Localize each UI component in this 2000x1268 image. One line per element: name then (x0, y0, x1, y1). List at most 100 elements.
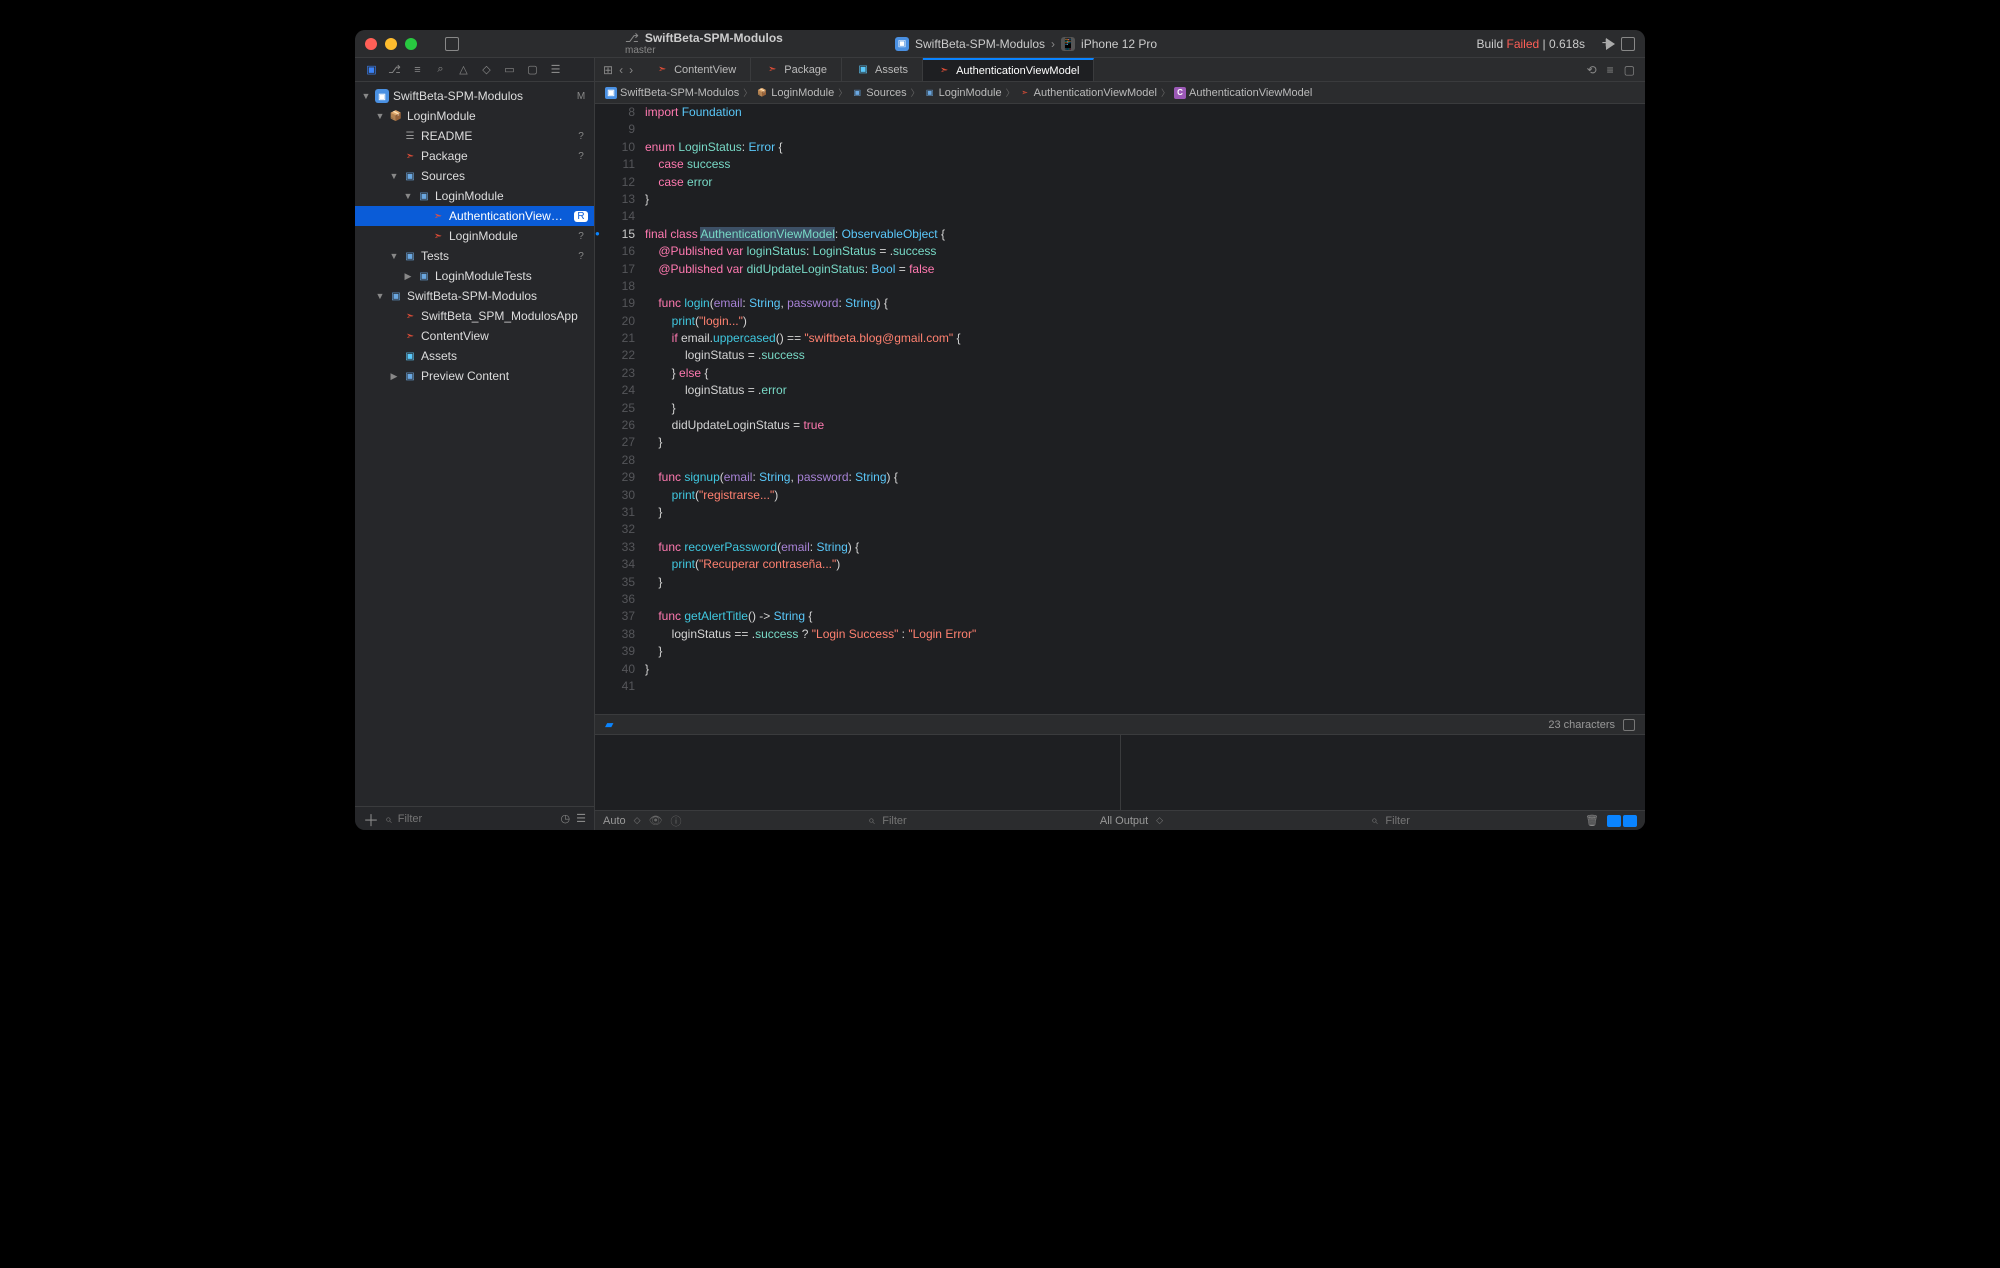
code-content[interactable]: enum LoginStatus: Error { (645, 139, 782, 156)
jumpbar-item[interactable]: ▣SwiftBeta-SPM-Modulos (605, 87, 739, 99)
code-line[interactable]: 41 (595, 678, 1645, 695)
code-line[interactable]: 23 } else { (595, 365, 1645, 382)
minimap-toggle-icon[interactable] (1623, 719, 1635, 731)
code-content[interactable]: loginStatus = .error (645, 382, 787, 399)
disclosure-triangle[interactable] (403, 271, 413, 282)
code-content[interactable]: } else { (645, 365, 708, 382)
code-line[interactable]: 39 } (595, 643, 1645, 660)
editor-options-icon[interactable]: ≡ (1607, 63, 1614, 77)
debug-pane-toggle[interactable] (1607, 815, 1637, 827)
code-line[interactable]: 32 (595, 521, 1645, 538)
code-line[interactable]: 24 loginStatus = .error (595, 382, 1645, 399)
navigator-filter-input[interactable] (398, 813, 555, 825)
code-line[interactable]: 28 (595, 452, 1645, 469)
disclosure-triangle[interactable] (403, 191, 413, 201)
code-line[interactable]: 21 if email.uppercased() == "swiftbeta.b… (595, 330, 1645, 347)
tree-row[interactable]: ▣SwiftBeta-SPM-Modulos (355, 286, 594, 306)
code-content[interactable]: final class AuthenticationViewModel: Obs… (645, 226, 945, 243)
code-content[interactable] (645, 521, 658, 538)
code-content[interactable]: case success (645, 156, 730, 173)
code-content[interactable]: } (645, 661, 649, 678)
project-tree[interactable]: ▣SwiftBeta-SPM-ModulosM📦LoginModule☰READ… (355, 82, 594, 806)
disclosure-triangle[interactable] (375, 291, 385, 301)
jumpbar-item[interactable]: CAuthenticationViewModel (1174, 87, 1312, 99)
code-line[interactable]: 18 (595, 278, 1645, 295)
code-content[interactable]: } (645, 434, 662, 451)
tree-row[interactable]: ▣Sources (355, 166, 594, 186)
code-line[interactable]: 34 print("Recuperar contraseña...") (595, 556, 1645, 573)
code-content[interactable] (645, 678, 648, 695)
tree-row[interactable]: ▣Tests? (355, 246, 594, 266)
code-line[interactable]: 38 loginStatus == .success ? "Login Succ… (595, 626, 1645, 643)
tree-row[interactable]: ▣Preview Content (355, 366, 594, 386)
find-navigator-icon[interactable]: ⌕ (434, 63, 447, 76)
code-line[interactable]: 31 } (595, 504, 1645, 521)
sidebar-toggle-icon[interactable] (445, 37, 459, 51)
debug-navigator-icon[interactable]: ▭ (503, 63, 516, 76)
test-navigator-icon[interactable]: ◇ (480, 63, 493, 76)
code-line[interactable]: 10enum LoginStatus: Error { (595, 139, 1645, 156)
info-icon[interactable]: ⓘ (671, 813, 682, 829)
tree-row[interactable]: ➣Package? (355, 146, 594, 166)
code-content[interactable]: @Published var loginStatus: LoginStatus … (645, 243, 936, 260)
code-content[interactable]: print("login...") (645, 313, 747, 330)
build-status[interactable]: Build Failed | 0.618s (1476, 37, 1585, 51)
code-content[interactable] (645, 278, 658, 295)
minimize-button[interactable] (385, 38, 397, 50)
code-line[interactable]: 40} (595, 661, 1645, 678)
debug-auto-label[interactable]: Auto (603, 815, 626, 827)
tree-row[interactable]: ▣LoginModule (355, 186, 594, 206)
code-content[interactable]: loginStatus == .success ? "Login Success… (645, 626, 976, 643)
code-line[interactable]: 19 func login(email: String, password: S… (595, 295, 1645, 312)
code-line[interactable]: 9 (595, 121, 1645, 138)
console-filter-input[interactable] (1385, 815, 1577, 827)
tree-row[interactable]: ▣SwiftBeta-SPM-ModulosM (355, 86, 594, 106)
forward-button[interactable]: › (629, 63, 633, 77)
related-items-icon[interactable]: ⊞ (603, 63, 613, 77)
variables-view[interactable] (595, 735, 1121, 810)
breakpoint-toggle[interactable]: ▰ (605, 718, 613, 731)
code-content[interactable]: if email.uppercased() == "swiftbeta.blog… (645, 330, 961, 347)
issue-navigator-icon[interactable]: △ (457, 63, 470, 76)
all-output-label[interactable]: All Output (1100, 815, 1148, 827)
code-content[interactable]: print("Recuperar contraseña...") (645, 556, 840, 573)
trash-icon[interactable]: 🗑 (1585, 814, 1599, 827)
jumpbar-item[interactable]: ➣AuthenticationViewModel (1019, 87, 1157, 99)
code-content[interactable]: func signup(email: String, password: Str… (645, 469, 898, 486)
tree-row[interactable]: ▣Assets (355, 346, 594, 366)
library-button[interactable] (1621, 37, 1635, 51)
code-line[interactable]: 36 (595, 591, 1645, 608)
code-editor[interactable]: 8import Foundation9 10enum LoginStatus: … (595, 104, 1645, 714)
editor-tab[interactable]: ➣AuthenticationViewModel (923, 58, 1094, 81)
tree-row[interactable]: 📦LoginModule (355, 106, 594, 126)
zoom-button[interactable] (405, 38, 417, 50)
jump-bar[interactable]: ▣SwiftBeta-SPM-Modulos〉📦LoginModule〉▣Sou… (595, 82, 1645, 104)
clock-icon[interactable]: ◷ (561, 812, 571, 825)
code-line[interactable]: 35 } (595, 574, 1645, 591)
code-line[interactable]: 16 @Published var loginStatus: LoginStat… (595, 243, 1645, 260)
add-icon[interactable]: ＋ (363, 807, 379, 831)
code-content[interactable]: } (645, 574, 662, 591)
code-content[interactable]: loginStatus = .success (645, 347, 805, 364)
code-line[interactable]: 20 print("login...") (595, 313, 1645, 330)
code-content[interactable]: @Published var didUpdateLoginStatus: Boo… (645, 261, 934, 278)
code-content[interactable]: didUpdateLoginStatus = true (645, 417, 824, 434)
close-button[interactable] (365, 38, 377, 50)
tree-row[interactable]: ☰README? (355, 126, 594, 146)
disclosure-triangle[interactable] (389, 171, 399, 181)
code-line[interactable]: 30 print("registrarse...") (595, 487, 1645, 504)
report-navigator-icon[interactable]: ☰ (549, 63, 562, 76)
code-content[interactable]: } (645, 504, 662, 521)
code-line[interactable]: 8import Foundation (595, 104, 1645, 121)
tree-row[interactable]: ➣ContentView (355, 326, 594, 346)
tree-row[interactable]: ▣LoginModuleTests (355, 266, 594, 286)
code-line[interactable]: 27 } (595, 434, 1645, 451)
code-line[interactable]: 17 @Published var didUpdateLoginStatus: … (595, 261, 1645, 278)
tree-row[interactable]: ➣LoginModule? (355, 226, 594, 246)
tree-row[interactable]: ➣SwiftBeta_SPM_ModulosApp (355, 306, 594, 326)
code-line[interactable]: 29 func signup(email: String, password: … (595, 469, 1645, 486)
code-line[interactable]: 25 } (595, 400, 1645, 417)
toggle-inspector-icon[interactable]: ▢ (1624, 63, 1635, 77)
code-content[interactable]: } (645, 191, 649, 208)
code-line[interactable]: 22 loginStatus = .success (595, 347, 1645, 364)
